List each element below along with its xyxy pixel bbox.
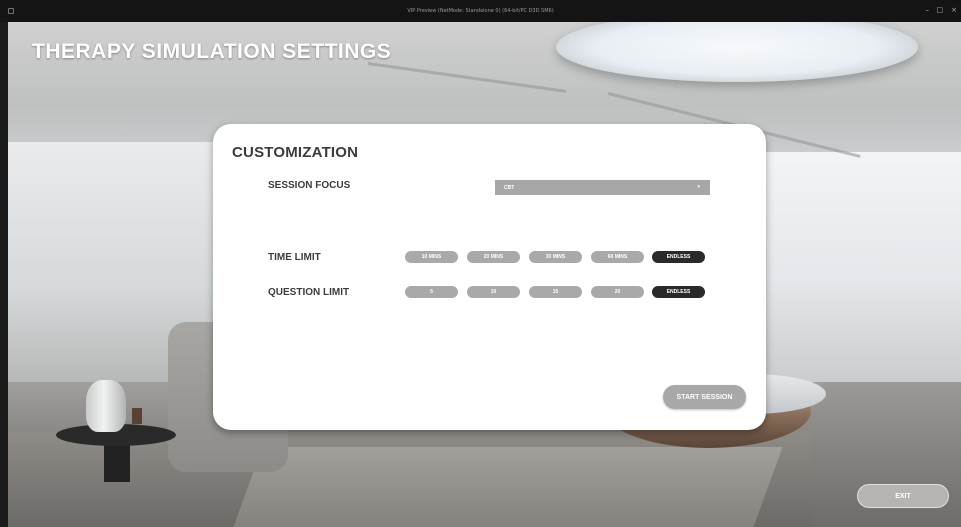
time-option-endless[interactable]: ENDLESS: [652, 251, 705, 263]
time-option-30-mins[interactable]: 30 MINS: [529, 251, 582, 263]
question-option-10[interactable]: 10: [467, 286, 520, 298]
customization-panel: CUSTOMIZATION SESSION FOCUS CBT ▾ TIME L…: [213, 124, 766, 430]
question-option-20[interactable]: 20: [591, 286, 644, 298]
session-focus-label: SESSION FOCUS: [268, 180, 351, 191]
start-session-button[interactable]: START SESSION: [663, 385, 746, 409]
chevron-down-icon: ▾: [697, 184, 700, 190]
page-title: THERAPY SIMULATION SETTINGS: [32, 40, 392, 63]
maximize-icon[interactable]: □: [936, 6, 943, 14]
session-focus-value: CBT: [504, 184, 515, 191]
question-option-5[interactable]: 5: [405, 286, 458, 298]
close-icon[interactable]: ×: [951, 6, 957, 14]
question-option-endless[interactable]: ENDLESS: [652, 286, 705, 298]
time-option-60-mins[interactable]: 60 MINS: [591, 251, 644, 263]
time-limit-label: TIME LIMIT: [268, 252, 321, 263]
window-title: VIP Preview (NetMode: Standalone 0) (64-…: [407, 8, 554, 14]
minimize-icon[interactable]: –: [926, 6, 930, 14]
question-option-15[interactable]: 15: [529, 286, 582, 298]
window-title-bar: VIP Preview (NetMode: Standalone 0) (64-…: [0, 0, 961, 22]
question-limit-label: QUESTION LIMIT: [268, 287, 350, 298]
exit-button[interactable]: EXIT: [857, 484, 949, 508]
panel-heading: CUSTOMIZATION: [232, 144, 359, 161]
time-option-20-mins[interactable]: 20 MINS: [467, 251, 520, 263]
time-option-10-mins[interactable]: 10 MINS: [405, 251, 458, 263]
session-focus-dropdown[interactable]: CBT ▾: [495, 180, 710, 195]
cup: [132, 408, 142, 424]
rug: [233, 447, 783, 527]
app-icon: [8, 8, 14, 14]
vase: [86, 380, 126, 432]
